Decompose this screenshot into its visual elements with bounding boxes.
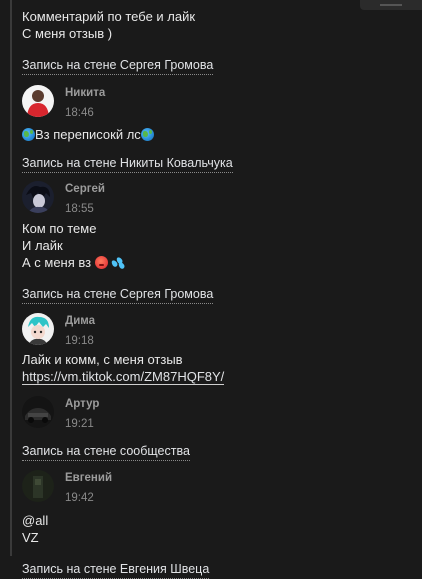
wall-post-link[interactable]: Запись на стене Сергея Громова <box>22 287 214 304</box>
comment-text-line: Вз переписокй лс <box>22 126 410 143</box>
comment-text-line: @all <box>22 513 49 528</box>
comment-time[interactable]: 19:42 <box>65 491 112 505</box>
comment-link-line: https://vm.tiktok.com/ZM87HQF8Y/ <box>22 368 410 385</box>
comment-time[interactable]: 19:18 <box>65 334 95 348</box>
comment-time[interactable]: 18:55 <box>65 202 105 216</box>
wall-post-link[interactable]: Запись на стене Евгения Швеца <box>22 562 210 579</box>
comment-feed: Комментарий по тебе и лайк С меня отзыв … <box>22 8 410 579</box>
author-name[interactable]: Никита <box>65 86 105 100</box>
comment-text-line: С меня отзыв ) <box>22 26 113 41</box>
comment-text-line: А с меня вз <box>22 254 410 271</box>
avatar[interactable] <box>22 85 54 117</box>
comment-text-line: Комментарий по тебе и лайк <box>22 9 196 24</box>
comment-header: Никита 18:46 <box>22 85 410 120</box>
globe-emoji-icon <box>22 128 35 141</box>
comment-text-line: VZ <box>22 530 39 545</box>
comment-header: Сергей 18:55 <box>22 181 410 216</box>
comment-header: Дима 19:18 <box>22 313 410 348</box>
comment-time[interactable]: 19:21 <box>65 417 99 431</box>
author-name[interactable]: Евгений <box>65 471 112 485</box>
tiktok-link[interactable]: https://vm.tiktok.com/ZM87HQF8Y/ <box>22 369 225 385</box>
comment-text-line: И лайк <box>22 238 63 253</box>
thread-rail <box>10 0 12 556</box>
comment-time[interactable]: 18:46 <box>65 106 105 120</box>
author-name[interactable]: Артур <box>65 397 99 411</box>
author-name[interactable]: Сергей <box>65 182 105 196</box>
comment-text-line: Лайк и комм, с меня отзыв <box>22 352 183 367</box>
wall-post-link[interactable]: Запись на стене Никиты Ковальчука <box>22 156 233 173</box>
angry-face-emoji-icon <box>94 256 108 269</box>
avatar[interactable] <box>22 396 54 428</box>
avatar[interactable] <box>22 313 54 345</box>
author-name[interactable]: Дима <box>65 314 95 328</box>
globe-emoji-icon <box>140 128 154 141</box>
wall-post-link[interactable]: Запись на стене сообщества <box>22 444 190 461</box>
comment-header: Артур 19:21 <box>22 396 410 431</box>
sweat-drops-emoji-icon <box>110 256 126 270</box>
comment-header: Евгений 19:42 <box>22 470 410 505</box>
comment-text-line: Ком по теме <box>22 221 97 236</box>
avatar[interactable] <box>22 470 54 502</box>
avatar[interactable] <box>22 181 54 213</box>
wall-post-link[interactable]: Запись на стене Сергея Громова <box>22 58 214 75</box>
